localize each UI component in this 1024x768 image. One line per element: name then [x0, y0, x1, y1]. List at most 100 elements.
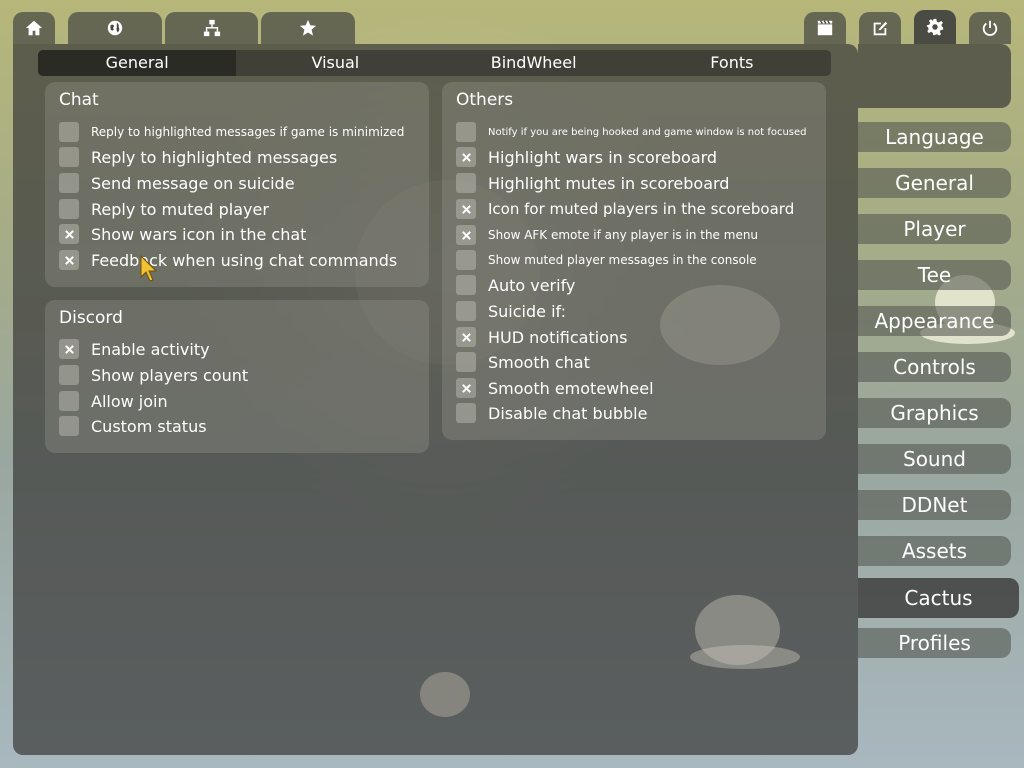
side-item-general[interactable]: General [858, 168, 1011, 198]
subtab-fonts[interactable]: Fonts [633, 50, 831, 76]
side-item-cactus[interactable]: Cactus [858, 578, 1019, 618]
checkbox-row[interactable]: Icon for muted players in the scoreboard [456, 198, 794, 220]
demo-clapper-icon [817, 20, 833, 36]
tab-quit[interactable] [969, 12, 1011, 44]
checkbox-label: Custom status [91, 416, 207, 436]
checkbox-row[interactable]: Reply to highlighted messages if game is… [59, 121, 404, 143]
check-x-icon [64, 229, 74, 239]
checkbox-label: Reply to highlighted messages [91, 147, 338, 167]
checkbox[interactable] [456, 352, 476, 372]
side-item-tee[interactable]: Tee [858, 260, 1011, 290]
settings-subtabs: General Visual BindWheel Fonts [38, 50, 831, 76]
checkbox[interactable] [456, 147, 476, 167]
checkbox-label: Show players count [91, 365, 249, 385]
checkbox-row[interactable]: Show AFK emote if any player is in the m… [456, 224, 758, 246]
checkbox-label: Smooth chat [488, 352, 590, 372]
checkbox[interactable] [59, 199, 79, 219]
checkbox[interactable] [456, 225, 476, 245]
check-x-icon [461, 152, 471, 162]
checkbox-row[interactable]: Feedback when using chat commands [59, 249, 397, 271]
checkbox-row[interactable]: Suicide if: [456, 300, 566, 322]
side-item-language[interactable]: Language [858, 122, 1011, 152]
checkbox-row[interactable]: HUD notifications [456, 326, 627, 348]
checkbox-row[interactable]: Disable chat bubble [456, 402, 647, 424]
star-icon [299, 19, 317, 36]
checkbox-row[interactable]: Show players count [59, 364, 248, 386]
settings-panel-extension [858, 44, 1011, 108]
checkbox[interactable] [456, 173, 476, 193]
side-item-profiles[interactable]: Profiles [858, 628, 1011, 658]
checkbox-label: Reply to muted player [91, 199, 269, 219]
checkbox[interactable] [59, 391, 79, 411]
checkbox-label: Suicide if: [488, 301, 566, 321]
tab-internet[interactable] [68, 12, 162, 44]
checkbox[interactable] [456, 199, 476, 219]
tab-demos[interactable] [804, 12, 846, 44]
checkbox-label: Feedback when using chat commands [91, 250, 398, 270]
side-item-graphics[interactable]: Graphics [858, 398, 1011, 428]
checkbox[interactable] [456, 403, 476, 423]
tab-favorites[interactable] [261, 12, 355, 44]
tab-editor[interactable] [859, 12, 901, 44]
checkbox[interactable] [456, 301, 476, 321]
section-title: Chat [59, 90, 99, 110]
checkbox-label: Disable chat bubble [488, 403, 648, 423]
side-item-controls[interactable]: Controls [858, 352, 1011, 382]
checkbox-label: Allow join [91, 391, 168, 411]
checkbox[interactable] [59, 339, 79, 359]
checkbox-row[interactable]: Smooth emotewheel [456, 377, 654, 399]
checkbox-label: Show wars icon in the chat [91, 224, 307, 244]
checkbox[interactable] [456, 378, 476, 398]
side-item-appearance[interactable]: Appearance [858, 306, 1011, 336]
checkbox[interactable] [59, 250, 79, 270]
checkbox-label: Smooth emotewheel [488, 378, 654, 398]
globe-icon [107, 20, 123, 36]
checkbox-row[interactable]: Show muted player messages in the consol… [456, 249, 757, 271]
checkbox[interactable] [456, 327, 476, 347]
checkbox-row[interactable]: Reply to muted player [59, 198, 269, 220]
subtab-general[interactable]: General [38, 50, 237, 76]
checkbox[interactable] [456, 250, 476, 270]
checkbox-row[interactable]: Auto verify [456, 274, 575, 296]
checkbox-row[interactable]: Highlight mutes in scoreboard [456, 172, 729, 194]
checkbox-row[interactable]: Send message on suicide [59, 172, 295, 194]
checkbox[interactable] [456, 122, 476, 142]
tab-home[interactable] [13, 12, 55, 44]
tab-settings[interactable] [914, 10, 956, 44]
network-icon [203, 19, 220, 37]
subtab-visual[interactable]: Visual [236, 50, 434, 76]
checkbox[interactable] [59, 365, 79, 385]
others-section: Others Notify if you are being hooked an… [442, 82, 826, 440]
checkbox[interactable] [59, 416, 79, 436]
checkbox-label: HUD notifications [488, 327, 628, 347]
checkbox[interactable] [59, 147, 79, 167]
checkbox[interactable] [59, 224, 79, 244]
checkbox-row[interactable]: Allow join [59, 390, 168, 412]
checkbox-label: Send message on suicide [91, 173, 295, 193]
chat-section: Chat Reply to highlighted messages if ga… [45, 82, 429, 287]
background-cloud [420, 672, 470, 717]
subtab-bindwheel[interactable]: BindWheel [435, 50, 633, 76]
checkbox[interactable] [456, 275, 476, 295]
tab-lan[interactable] [165, 12, 258, 44]
home-icon [25, 20, 43, 36]
checkbox[interactable] [59, 173, 79, 193]
checkbox-label: Reply to highlighted messages if game is… [91, 125, 405, 139]
side-item-ddnet[interactable]: DDNet [858, 490, 1011, 520]
check-x-icon [64, 255, 74, 265]
checkbox[interactable] [59, 122, 79, 142]
checkbox-row[interactable]: Show wars icon in the chat [59, 223, 306, 245]
checkbox-row[interactable]: Smooth chat [456, 351, 590, 373]
mouse-cursor-icon [140, 255, 158, 282]
side-item-assets[interactable]: Assets [858, 536, 1011, 566]
side-item-sound[interactable]: Sound [858, 444, 1011, 474]
checkbox-label: Enable activity [91, 339, 210, 359]
section-title: Others [456, 90, 514, 110]
checkbox-row[interactable]: Highlight wars in scoreboard [456, 146, 717, 168]
side-item-player[interactable]: Player [858, 214, 1011, 244]
checkbox-row[interactable]: Custom status [59, 415, 207, 437]
checkbox-row[interactable]: Reply to highlighted messages [59, 146, 337, 168]
checkbox-row[interactable]: Enable activity [59, 338, 210, 360]
checkbox-row[interactable]: Notify if you are being hooked and game … [456, 121, 807, 143]
check-x-icon [461, 332, 471, 342]
